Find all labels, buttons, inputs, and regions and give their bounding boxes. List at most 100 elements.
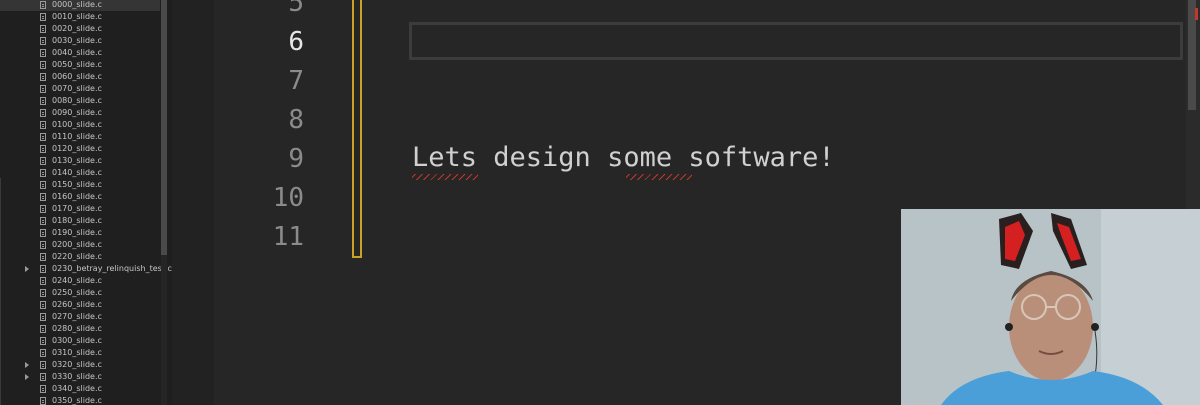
file-icon <box>40 277 46 285</box>
file-tree-item[interactable]: 0030_slide.c <box>0 35 160 47</box>
file-tree-item[interactable]: 0220_slide.c <box>0 251 160 263</box>
file-tree-item[interactable]: 0130_slide.c <box>0 155 160 167</box>
file-icon <box>40 337 46 345</box>
line-number: 9 <box>288 144 304 174</box>
file-icon <box>40 361 46 369</box>
file-tree-item[interactable]: 0060_slide.c <box>0 71 160 83</box>
file-icon <box>40 145 46 153</box>
file-name: 0270_slide.c <box>52 312 102 321</box>
file-tree-item[interactable]: 0110_slide.c <box>0 131 160 143</box>
file-tree-item[interactable]: 0050_slide.c <box>0 59 160 71</box>
sidebar-scrollbar-thumb[interactable] <box>161 0 167 255</box>
file-tree-item[interactable]: 0010_slide.c <box>0 11 160 23</box>
file-tree-item[interactable]: 0080_slide.c <box>0 95 160 107</box>
line-number: 5 <box>288 0 304 18</box>
file-tree-item[interactable]: 0200_slide.c <box>0 239 160 251</box>
file-icon <box>40 205 46 213</box>
file-icon <box>40 241 46 249</box>
file-tree-item[interactable]: 0240_slide.c <box>0 275 160 287</box>
file-name: 0170_slide.c <box>52 204 102 213</box>
line-number: 8 <box>288 105 304 135</box>
file-tree-item[interactable]: 0330_slide.c <box>0 371 160 383</box>
file-name: 0040_slide.c <box>52 48 102 57</box>
file-tree-item[interactable]: 0040_slide.c <box>0 47 160 59</box>
triangle-right-icon[interactable] <box>25 374 29 380</box>
file-tree-item[interactable]: 0190_slide.c <box>0 227 160 239</box>
file-icon <box>40 373 46 381</box>
file-icon <box>40 37 46 45</box>
file-tree-item[interactable]: 0350_slide.c <box>0 395 160 405</box>
file-tree-item[interactable]: 0090_slide.c <box>0 107 160 119</box>
file-icon <box>40 49 46 57</box>
file-tree-item[interactable]: 0260_slide.c <box>0 299 160 311</box>
file-name: 0200_slide.c <box>52 240 102 249</box>
file-name: 0110_slide.c <box>52 132 102 141</box>
file-name: 0080_slide.c <box>52 96 102 105</box>
file-name: 0120_slide.c <box>52 144 102 153</box>
line-number: 6 <box>288 27 304 57</box>
file-name: 0340_slide.c <box>52 384 102 393</box>
webcam-overlay <box>901 209 1200 405</box>
file-name: 0320_slide.c <box>52 360 102 369</box>
file-tree-item[interactable]: 0180_slide.c <box>0 215 160 227</box>
file-name: 0160_slide.c <box>52 192 102 201</box>
pane-divider <box>172 0 214 405</box>
file-icon <box>40 265 46 273</box>
file-tree-item[interactable]: 0270_slide.c <box>0 311 160 323</box>
file-name: 0300_slide.c <box>52 336 102 345</box>
file-icon <box>40 181 46 189</box>
file-icon <box>40 61 46 69</box>
line-number: 7 <box>288 66 304 96</box>
file-icon <box>40 73 46 81</box>
sidebar-scrollbar[interactable] <box>161 0 167 405</box>
file-tree-item[interactable]: 0230_betray_relinquish_test.c <box>0 263 172 275</box>
file-tree-item[interactable]: 0020_slide.c <box>0 23 160 35</box>
file-tree-item[interactable]: 0140_slide.c <box>0 167 160 179</box>
file-icon <box>40 385 46 393</box>
file-tree-item[interactable]: 0340_slide.c <box>0 383 160 395</box>
file-icon <box>40 97 46 105</box>
file-icon <box>40 313 46 321</box>
file-icon <box>40 121 46 129</box>
spellcheck-squiggle-some <box>626 174 692 180</box>
file-name: 0060_slide.c <box>52 72 102 81</box>
file-icon <box>40 325 46 333</box>
file-name: 0230_betray_relinquish_test.c <box>52 264 172 273</box>
file-tree-item[interactable]: 0070_slide.c <box>0 83 160 95</box>
file-name: 0100_slide.c <box>52 120 102 129</box>
file-name: 0010_slide.c <box>52 12 102 21</box>
file-tree-item[interactable]: 0150_slide.c <box>0 179 160 191</box>
line-number: 11 <box>272 222 304 252</box>
fold-marker <box>352 0 362 258</box>
code-line-9[interactable]: Lets design some software! <box>412 142 835 174</box>
file-tree-item[interactable]: 0250_slide.c <box>0 287 160 299</box>
file-tree-item[interactable]: 0320_slide.c <box>0 359 160 371</box>
file-name: 0050_slide.c <box>52 60 102 69</box>
file-tree-item[interactable]: 0100_slide.c <box>0 119 160 131</box>
file-tree-item[interactable]: 0120_slide.c <box>0 143 160 155</box>
file-icon <box>40 109 46 117</box>
file-tree-item[interactable]: 0000_slide.c <box>0 0 160 11</box>
file-tree-item[interactable]: 0280_slide.c <box>0 323 160 335</box>
file-name: 0070_slide.c <box>52 84 102 93</box>
file-name: 0260_slide.c <box>52 300 102 309</box>
file-name: 0000_slide.c <box>52 0 102 9</box>
file-icon <box>40 301 46 309</box>
file-name: 0190_slide.c <box>52 228 102 237</box>
file-tree-item[interactable]: 0300_slide.c <box>0 335 160 347</box>
presenter-video-frame <box>901 209 1200 405</box>
file-icon <box>40 193 46 201</box>
file-name: 0090_slide.c <box>52 108 102 117</box>
file-tree-item[interactable]: 0170_slide.c <box>0 203 160 215</box>
file-tree-item[interactable]: 0310_slide.c <box>0 347 160 359</box>
triangle-right-icon[interactable] <box>25 362 29 368</box>
triangle-right-icon[interactable] <box>25 266 29 272</box>
file-icon <box>40 1 46 9</box>
line-number: 10 <box>272 183 304 213</box>
file-icon <box>40 397 46 405</box>
file-icon <box>40 169 46 177</box>
file-name: 0330_slide.c <box>52 372 102 381</box>
file-icon <box>40 229 46 237</box>
file-tree-item[interactable]: 0160_slide.c <box>0 191 160 203</box>
file-explorer-sidebar: 0000_slide.c 0010_slide.c 0020_slide.c 0030… <box>0 0 172 405</box>
